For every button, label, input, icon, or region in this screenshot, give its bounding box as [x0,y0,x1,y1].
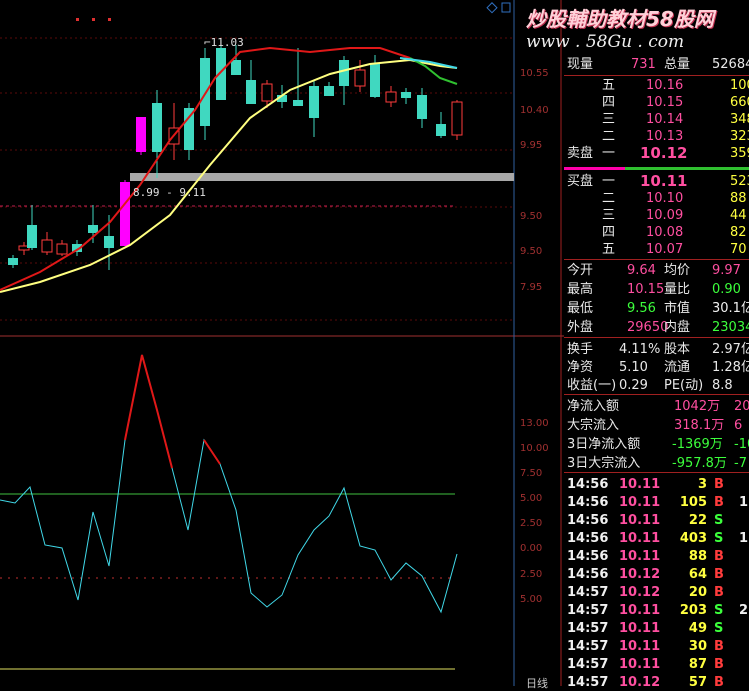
ind-axis-label: 0.00 [520,543,543,554]
buy-order-row: 二 10.10 88 [602,191,747,206]
buy-order-row: 四 10.08 82 [602,225,747,240]
fundamental-row: 收益(一) 0.29 PE(动) 8.8 [567,378,733,393]
sell-order-row: 四 10.15 660 [602,95,749,110]
buy-order-row: 五 10.07 70 [602,242,747,257]
candle-body [8,258,18,265]
candle-body [88,225,98,233]
candle-body [451,101,463,136]
candle-body [200,58,210,126]
candle-body [354,69,366,87]
indicator-line [0,354,458,614]
price-axis-label: 9.50 [520,246,543,257]
price-axis-label: 10.40 [520,105,549,116]
tick-row: 14:56 10.12 64 B [567,567,724,582]
stat-row: 最低 9.56 市值 30.1亿 [567,301,749,316]
buy-order-row: 买盘 一 10.11 523 [567,172,749,190]
tick-row: 14:57 10.11 49 S [567,621,724,636]
indicator-red-segment [124,354,173,469]
candle-body [41,239,53,253]
quote-panel: 现量 731 总量 52684 五 10.16 100 四 10.15 660 … [564,54,749,690]
tick-row: 14:57 10.11 203 S 2 [567,603,749,618]
candle-body [436,124,446,136]
sell-order-row: 五 10.16 100 [602,78,749,93]
sell-order-row: 卖盘 一 10.12 359 [567,144,749,162]
volume-row: 现量 731 总量 52684 [567,57,749,72]
price-axis-label: 7.95 [520,282,543,293]
buy-order-row: 三 10.09 44 [602,208,747,223]
price-axis-label: 10.55 [520,68,549,79]
stat-row: 外盘 29650 内盘 23034 [567,320,749,335]
fund-flow-row: 3日大宗流入 -957.8万 -7 [567,456,747,471]
watermark-url: www . 58Gu . com [526,32,685,52]
ind-axis-label: 7.50 [520,468,543,479]
stat-row: 今开 9.64 均价 9.97 [567,263,741,278]
high-price-label: ⌐11.03 [204,36,244,49]
top-right-icons [486,2,511,14]
price-axis-label: 9.50 [520,211,543,222]
watermark-title: 炒股輔助教材58股网 [526,7,714,31]
candle-body [56,243,68,255]
sell-order-row: 三 10.14 348 [602,112,749,127]
fund-flow-row: 3日净流入额 -1369万 -10 [567,437,749,452]
tick-row: 14:56 10.11 3 B [567,477,724,492]
tick-row: 14:56 10.11 22 S [567,513,724,528]
candle-body [104,236,114,248]
tick-row: 14:56 10.11 88 B [567,549,724,564]
ind-axis-label: 2.50 [520,518,543,529]
candle-body [339,60,349,86]
indicator-red-segment-2 [203,439,221,465]
candle-body [261,83,273,102]
fund-flow-row: 净流入额 1042万 20 [567,399,749,414]
candle-body [401,92,411,98]
candle-body [231,60,241,75]
tick-row: 14:57 10.11 87 B [567,657,724,672]
period-tab[interactable]: 日线 [526,675,548,691]
sell-order-row: 二 10.13 323 [602,129,749,144]
fundamental-row: 换手 4.11% 股本 2.97亿 [567,342,749,357]
gray-band [130,173,514,181]
fund-flow-row: 大宗流入 318.1万 6 [567,418,743,433]
range-label: 8.99 - 9.11 [133,186,206,199]
candle-body [324,86,334,96]
candle-body [136,117,146,152]
candle-body [309,86,319,118]
tick-row: 14:57 10.12 57 B [567,675,724,690]
price-axis-label: 9.95 [520,140,543,151]
tick-row: 14:56 10.11 105 B 1 [567,495,749,510]
tick-row: 14:57 10.12 20 B [567,585,724,600]
ind-axis-label: 10.00 [520,443,549,454]
candle-body [120,182,130,246]
candle-body [27,225,37,248]
candle-body [246,80,256,104]
tick-row: 14:56 10.11 403 S 1 [567,531,749,546]
top-markers [76,18,111,21]
tick-row: 14:57 10.11 30 B [567,639,724,654]
ind-axis-label: 5.00 [520,493,543,504]
stat-row: 最高 10.15 量比 0.90 [567,282,741,297]
ind-axis-label: 2.50 [520,569,543,580]
ind-axis-label: 13.00 [520,418,549,429]
candle-body [370,64,380,97]
candle-body [417,95,427,119]
ind-axis-label: 5.00 [520,594,543,605]
kline-chart[interactable] [0,0,564,686]
bid-ask-divider [564,167,749,170]
candle-body [152,103,162,152]
candle-body [293,100,303,106]
candle-body [385,91,397,103]
fundamental-row: 净资 5.10 流通 1.28亿 [567,360,749,375]
